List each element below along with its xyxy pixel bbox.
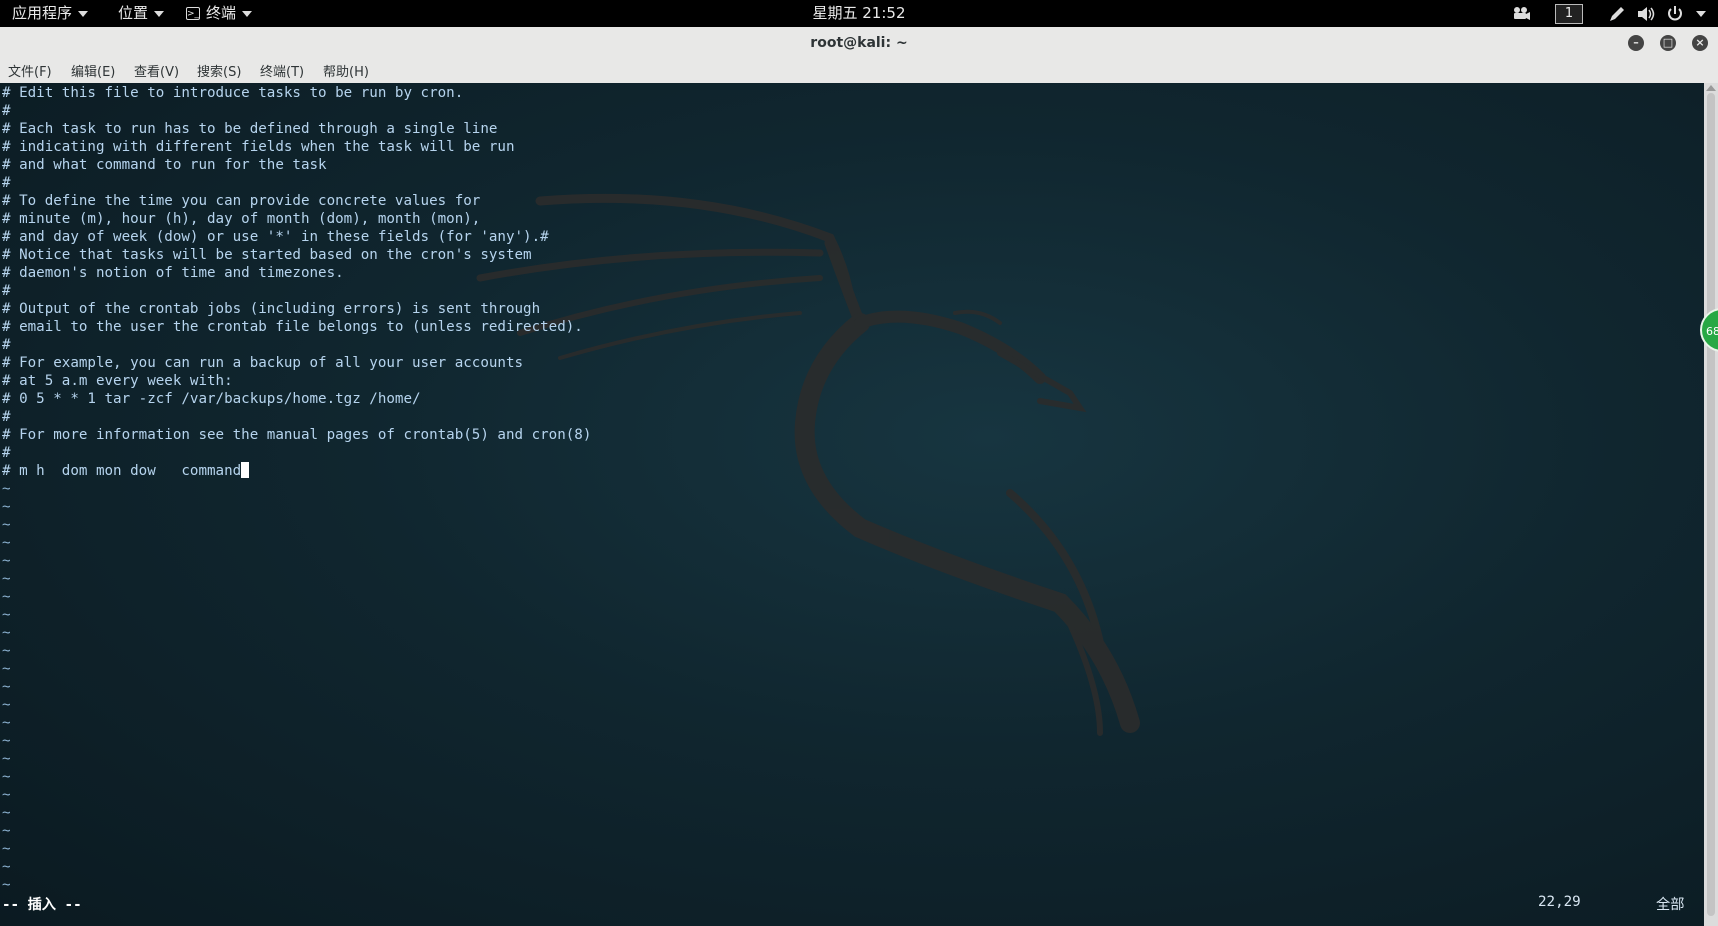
- top-panel: 应用程序 位置 >_ 终端 星期五 21:52 1: [0, 0, 1718, 27]
- empty-line-marker: ~: [2, 625, 11, 641]
- menu-view[interactable]: 查看(V): [134, 62, 179, 84]
- editor-line: # Notice that tasks will be started base…: [2, 247, 532, 263]
- menu-bar: 文件(F) 编辑(E) 查看(V) 搜索(S) 终端(T) 帮助(H): [0, 62, 1718, 83]
- empty-line-marker: ~: [2, 661, 11, 677]
- empty-line-marker: ~: [2, 823, 11, 839]
- empty-line-marker: ~: [2, 787, 11, 803]
- editor-line: # Output of the crontab jobs (including …: [2, 301, 541, 317]
- empty-line-marker: ~: [2, 733, 11, 749]
- editor-line: # To define the time you can provide con…: [2, 193, 481, 209]
- close-button[interactable]: ×: [1692, 35, 1708, 51]
- editor-line: #: [2, 445, 11, 461]
- power-icon[interactable]: [1666, 0, 1684, 27]
- editor-line: # email to the user the crontab file bel…: [2, 319, 583, 335]
- editor-line: #: [2, 337, 11, 353]
- empty-line-marker: ~: [2, 841, 11, 857]
- editor-line: # minute (m), hour (h), day of month (do…: [2, 211, 481, 227]
- editor-line: #: [2, 175, 11, 191]
- pen-icon[interactable]: [1608, 0, 1626, 27]
- empty-line-marker: ~: [2, 607, 11, 623]
- menu-file[interactable]: 文件(F): [8, 62, 52, 84]
- editor-line: #: [2, 409, 11, 425]
- volume-icon[interactable]: [1636, 0, 1656, 27]
- empty-line-marker: ~: [2, 481, 11, 497]
- clock[interactable]: 星期五 21:52: [0, 0, 1718, 27]
- editor-line: #: [2, 283, 11, 299]
- scrollbar-thumb[interactable]: [1707, 93, 1715, 916]
- editor-line: # Edit this file to introduce tasks to b…: [2, 85, 464, 101]
- editor-line: # Each task to run has to be defined thr…: [2, 121, 498, 137]
- maximize-button[interactable]: □: [1660, 35, 1676, 51]
- workspace-indicator[interactable]: 1: [1555, 4, 1583, 24]
- empty-line-marker: ~: [2, 535, 11, 551]
- empty-line-marker: ~: [2, 751, 11, 767]
- scroll-up-arrow-icon[interactable]: [1706, 85, 1716, 91]
- empty-line-marker: ~: [2, 715, 11, 731]
- empty-line-marker: ~: [2, 679, 11, 695]
- empty-line-marker: ~: [2, 553, 11, 569]
- editor-line: # at 5 a.m every week with:: [2, 373, 233, 389]
- window-title: root@kali: ~: [810, 35, 908, 51]
- menu-terminal[interactable]: 终端(T): [260, 62, 304, 84]
- cursor-position: 22,29: [1538, 894, 1581, 910]
- menu-edit[interactable]: 编辑(E): [71, 62, 115, 84]
- vim-mode-indicator: -- 插入 --: [2, 897, 82, 913]
- editor-line: #: [2, 103, 11, 119]
- editor-line: # 0 5 * * 1 tar -zcf /var/backups/home.t…: [2, 391, 421, 407]
- empty-line-marker: ~: [2, 877, 11, 893]
- empty-line-marker: ~: [2, 643, 11, 659]
- empty-line-marker: ~: [2, 517, 11, 533]
- menu-help[interactable]: 帮助(H): [323, 62, 369, 84]
- terminal-scrollbar[interactable]: [1704, 83, 1718, 926]
- terminal-area[interactable]: # Edit this file to introduce tasks to b…: [0, 83, 1704, 926]
- empty-line-marker: ~: [2, 571, 11, 587]
- empty-line-marker: ~: [2, 697, 11, 713]
- video-camera-icon[interactable]: [1512, 0, 1530, 27]
- empty-line-marker: ~: [2, 589, 11, 605]
- system-menu-arrow[interactable]: [1690, 0, 1706, 27]
- menu-search[interactable]: 搜索(S): [197, 62, 241, 84]
- empty-line-marker: ~: [2, 769, 11, 785]
- editor-line: # and what command to run for the task: [2, 157, 327, 173]
- editor-line: # For more information see the manual pa…: [2, 427, 592, 443]
- editor-line: # and day of week (dow) or use '*' in th…: [2, 229, 549, 245]
- scroll-percent: 全部: [1656, 897, 1685, 913]
- editor-line: # daemon's notion of time and timezones.: [2, 265, 344, 281]
- chevron-down-icon: [1696, 10, 1706, 17]
- editor-line: # indicating with different fields when …: [2, 139, 515, 155]
- empty-line-marker: ~: [2, 805, 11, 821]
- window-titlebar[interactable]: root@kali: ~ – □ ×: [0, 27, 1718, 63]
- editor-line: # m h dom mon dow command: [2, 462, 250, 480]
- minimize-button[interactable]: –: [1628, 35, 1644, 51]
- text-cursor: [241, 462, 250, 478]
- editor-line: # For example, you can run a backup of a…: [2, 355, 524, 371]
- empty-line-marker: ~: [2, 859, 11, 875]
- empty-line-marker: ~: [2, 499, 11, 515]
